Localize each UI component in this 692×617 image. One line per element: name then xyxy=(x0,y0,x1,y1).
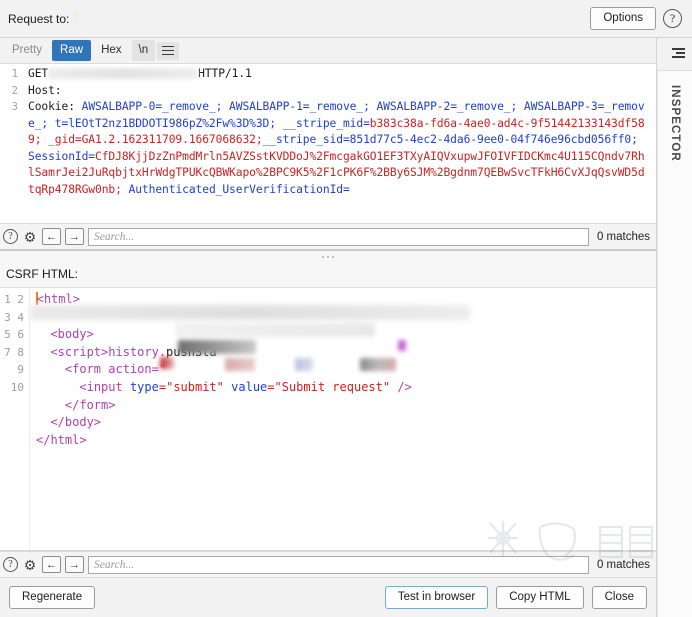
panel-splitter-handle[interactable] xyxy=(0,250,656,262)
tab-raw[interactable]: Raw xyxy=(52,40,92,61)
csrf-line-6-value-2: Submit request xyxy=(281,379,383,394)
test-in-browser-button[interactable]: Test in browser xyxy=(384,586,489,609)
tab-pretty[interactable]: Pretty xyxy=(4,40,50,61)
csrf-line-4-prefix: <script>history. xyxy=(50,344,167,359)
search-input[interactable] xyxy=(88,227,589,246)
regenerate-button[interactable]: Regenerate xyxy=(9,586,96,609)
arrow-right-icon[interactable]: → xyxy=(65,556,84,573)
csrf-line-6-tag: input xyxy=(86,379,123,394)
question-circle-icon[interactable]: ? xyxy=(3,229,18,244)
csrf-html-section: CSRF HTML: 1 2 3 4 5 6 7 8 9 10 <html> <… xyxy=(0,262,656,617)
request-path-redacted xyxy=(48,68,199,79)
csrf-line-numbers: 1 2 3 4 5 6 7 8 9 10 xyxy=(0,288,30,550)
csrf-html-code[interactable]: <html> <body> <script>history.pushSta <f… xyxy=(30,288,656,550)
window-body: Pretty Raw Hex \n 1 2 3 GET HTTP/1.1 Host… xyxy=(0,38,692,617)
main-column: Pretty Raw Hex \n 1 2 3 GET HTTP/1.1 Host… xyxy=(0,38,656,617)
request-method: GET xyxy=(28,67,49,80)
csrf-match-count-label: 0 matches xyxy=(596,558,650,571)
hamburger-icon[interactable] xyxy=(157,41,180,60)
cookie-header-name: Cookie: xyxy=(28,100,75,113)
csrf-line-9: </html> xyxy=(36,432,87,447)
csrf-line-6-value-1: submit xyxy=(173,379,217,394)
csrf-line-8: </body> xyxy=(50,415,102,430)
request-to-label: Request to: xyxy=(8,11,70,26)
csrf-poc-generator-window: Request to: Options ? Pretty Raw Hex \n … xyxy=(0,0,692,617)
csrf-redaction-line-5d xyxy=(360,358,396,371)
copy-html-button[interactable]: Copy HTML xyxy=(496,586,584,609)
request-viewer-panel: Pretty Raw Hex \n 1 2 3 GET HTTP/1.1 Host… xyxy=(0,38,656,250)
inspector-panel-collapsed[interactable]: INSPECTOR xyxy=(657,70,692,617)
window-header: Request to: Options ? xyxy=(0,0,692,38)
match-count-label: 0 matches xyxy=(596,230,650,243)
csrf-redaction-line-5b xyxy=(225,358,255,371)
csrf-line-4-redacted: pushSta xyxy=(166,344,217,359)
layers-icon[interactable] xyxy=(665,44,685,62)
csrf-search-bar: ? ⚙ ← → 0 matches xyxy=(0,551,656,577)
gear-icon[interactable]: ⚙ xyxy=(22,229,38,245)
csrf-redaction-line-2 xyxy=(30,305,470,320)
arrow-left-icon[interactable]: ← xyxy=(42,556,61,573)
tab-hex[interactable]: Hex xyxy=(93,40,129,61)
request-to-url-redacted xyxy=(75,13,84,24)
close-button[interactable]: Close xyxy=(591,586,647,609)
cookie-value-part-5: Authenticated_UserVerificationId= xyxy=(128,182,350,196)
csrf-redaction-line-4b xyxy=(398,340,406,351)
request-code-area[interactable]: 1 2 3 GET HTTP/1.1 Host: Cookie: AWSALBAP… xyxy=(0,64,656,223)
csrf-redaction-line-3 xyxy=(175,323,375,337)
csrf-html-label: CSRF HTML: xyxy=(6,267,78,281)
csrf-line-1: <html> xyxy=(36,292,80,306)
arrow-left-icon[interactable]: ← xyxy=(42,228,61,245)
inspector-rail[interactable]: INSPECTOR xyxy=(656,38,692,617)
csrf-redaction-line-5c xyxy=(295,358,313,371)
request-search-bar: ? ⚙ ← → 0 matches xyxy=(0,223,656,249)
host-header-name: Host: xyxy=(28,83,62,97)
gear-icon[interactable]: ⚙ xyxy=(22,557,38,573)
splitter-dots-icon xyxy=(322,255,334,258)
csrf-html-editor[interactable]: 1 2 3 4 5 6 7 8 9 10 <html> <body> <scri… xyxy=(0,287,656,551)
arrow-right-icon[interactable]: → xyxy=(65,228,84,245)
csrf-line-7: </form> xyxy=(64,397,116,412)
csrf-line-6-attr-1: type xyxy=(129,379,159,394)
options-button[interactable]: Options xyxy=(590,7,656,30)
csrf-line-3: <body> xyxy=(50,327,94,342)
request-raw-text[interactable]: GET HTTP/1.1 Host: Cookie: AWSALBAPP-0=_r… xyxy=(22,64,656,223)
request-protocol: HTTP/1.1 xyxy=(198,67,252,80)
csrf-line-5: <form action=" xyxy=(64,362,167,377)
footer-toolbar: Regenerate Test in browser Copy HTML Clo… xyxy=(0,577,656,617)
question-circle-icon[interactable]: ? xyxy=(3,557,18,572)
request-line-numbers: 1 2 3 xyxy=(0,64,22,223)
request-format-tabbar: Pretty Raw Hex \n xyxy=(0,38,656,64)
inspector-label: INSPECTOR xyxy=(669,85,681,162)
csrf-search-input[interactable] xyxy=(88,555,589,574)
newline-toggle-button[interactable]: \n xyxy=(131,40,156,61)
question-circle-icon[interactable]: ? xyxy=(663,9,682,28)
csrf-line-6-attr-2: value xyxy=(231,379,268,394)
